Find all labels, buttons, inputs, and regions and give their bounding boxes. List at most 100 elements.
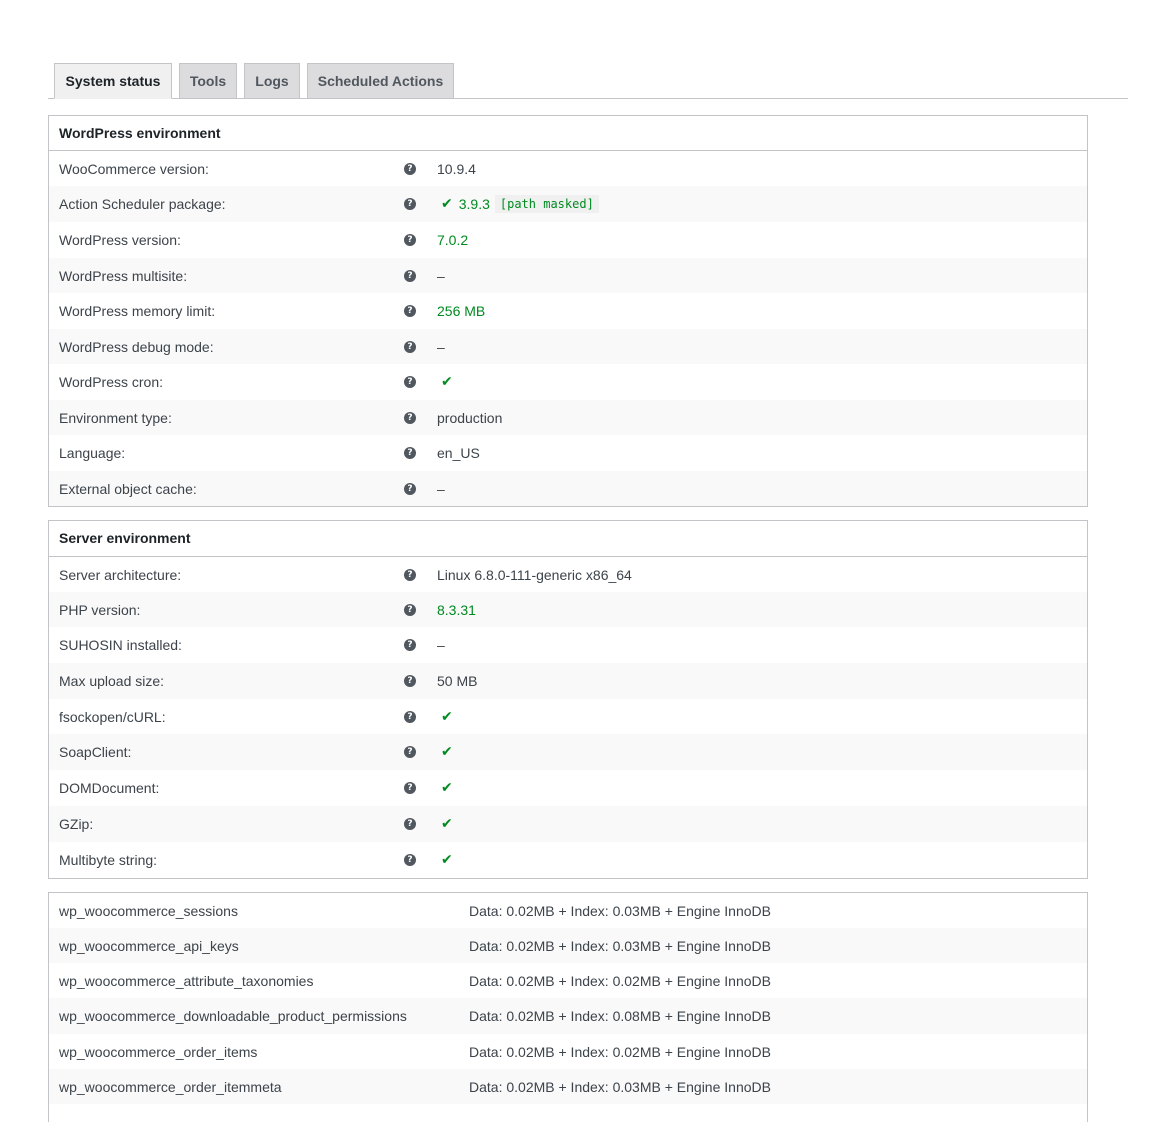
help-tip[interactable]: ?: [404, 151, 416, 186]
help-icon[interactable]: ?: [404, 305, 416, 317]
help-tip[interactable]: ?: [404, 842, 416, 878]
help-tip[interactable]: ?: [404, 663, 416, 699]
help-icon[interactable]: ?: [404, 639, 416, 651]
check-icon: ✔: [441, 744, 453, 760]
help-icon[interactable]: ?: [404, 746, 416, 758]
table-row: fsockopen/cURL: ? ✔: [49, 699, 1087, 734]
help-tip[interactable]: ?: [404, 222, 416, 258]
help-tip[interactable]: ?: [404, 770, 416, 806]
row-value: Linux 6.8.0-111-generic x86_64: [437, 566, 632, 583]
table-row: wp_woocommerce_order_itemmeta Data: 0.02…: [49, 1069, 1087, 1104]
table-row: Environment type: ? production: [49, 400, 1087, 435]
table-row: WordPress cron: ? ✔: [49, 364, 1087, 400]
row-label: WordPress multisite:: [59, 267, 188, 284]
table-row: Multibyte string: ? ✔: [49, 842, 1087, 878]
help-icon[interactable]: ?: [404, 447, 416, 459]
row-value: 3.9.3: [458, 196, 490, 212]
help-icon[interactable]: ?: [404, 269, 416, 282]
panel-title: Server environment: [49, 521, 1087, 557]
help-tip[interactable]: ?: [404, 186, 416, 222]
row-value: production: [437, 409, 503, 426]
db-table-info: Data: 0.02MB + Index: 0.08MB + Engine In…: [469, 1008, 771, 1024]
row-value: 50 MB: [437, 673, 478, 689]
table-row: External object cache: ? –: [49, 471, 1087, 506]
help-tip[interactable]: ?: [404, 258, 416, 293]
check-icon: ✔: [441, 852, 453, 868]
row-value: –: [437, 338, 445, 355]
db-table-info: Data: 0.02MB + Index: 0.03MB + Engine In…: [469, 937, 771, 954]
check-icon: ✔: [441, 816, 453, 832]
help-tip[interactable]: ?: [404, 364, 416, 400]
row-value: –: [437, 637, 445, 653]
help-icon[interactable]: ?: [404, 162, 416, 175]
db-table-name: wp_woocommerce_order_itemmeta: [59, 1078, 282, 1095]
row-label: DOMDocument:: [59, 780, 160, 796]
row-value: –: [437, 267, 445, 284]
table-row: Action Scheduler package: ? ✔ 3.9.3 [pat…: [49, 186, 1087, 222]
help-tip[interactable]: ?: [404, 592, 416, 627]
help-tip[interactable]: ?: [404, 627, 416, 663]
row-label: SUHOSIN installed:: [59, 637, 182, 653]
db-table-name: wp_woocommerce_downloadable_product_perm…: [59, 1008, 407, 1024]
db-table-name: wp_woocommerce_api_keys: [59, 937, 239, 954]
tab-scheduled-actions[interactable]: Scheduled Actions: [307, 63, 454, 99]
help-tip[interactable]: ?: [404, 806, 416, 842]
server-environment-panel: Server environment Server architecture: …: [48, 520, 1088, 879]
help-tip[interactable]: ?: [404, 734, 416, 770]
table-row: wp_woocommerce_downloadable_product_perm…: [49, 998, 1087, 1034]
help-icon[interactable]: ?: [404, 603, 416, 616]
help-icon[interactable]: ?: [404, 818, 416, 830]
row-label: Max upload size:: [59, 673, 165, 689]
table-row: wp_woocommerce_api_keys Data: 0.02MB + I…: [49, 928, 1087, 963]
help-icon[interactable]: ?: [404, 782, 416, 794]
help-icon[interactable]: ?: [404, 234, 416, 246]
help-tip[interactable]: ?: [404, 293, 416, 329]
row-label: Action Scheduler package:: [59, 196, 226, 212]
table-row: WooCommerce version: ? 10.9.4: [49, 151, 1087, 186]
row-label: GZip:: [59, 816, 94, 832]
row-label: fsockopen/cURL:: [59, 708, 166, 725]
help-icon[interactable]: ?: [404, 710, 416, 723]
help-tip[interactable]: ?: [404, 699, 416, 734]
row-label: External object cache:: [59, 480, 197, 497]
row-value: en_US: [437, 445, 480, 461]
help-tip[interactable]: ?: [404, 557, 416, 592]
db-table-name: wp_woocommerce_order_items: [59, 1043, 258, 1060]
help-tip[interactable]: ?: [404, 471, 416, 506]
table-row: wp_woocommerce_attribute_taxonomies Data…: [49, 963, 1087, 998]
row-value: –: [437, 480, 445, 497]
help-icon[interactable]: ?: [404, 568, 416, 581]
table-row: Language: ? en_US: [49, 435, 1087, 471]
database-tables-panel: wp_woocommerce_sessions Data: 0.02MB + I…: [48, 892, 1088, 1122]
help-icon[interactable]: ?: [404, 411, 416, 424]
row-value: 7.0.2: [437, 232, 469, 248]
row-label: SoapClient:: [59, 744, 132, 760]
table-row: DOMDocument: ? ✔: [49, 770, 1087, 806]
table-row: SUHOSIN installed: ? –: [49, 627, 1087, 663]
check-icon: ✔: [441, 374, 453, 390]
tab-logs[interactable]: Logs: [244, 63, 300, 99]
help-icon[interactable]: ?: [404, 376, 416, 388]
help-tip[interactable]: ?: [404, 400, 416, 435]
help-icon[interactable]: ?: [404, 198, 416, 210]
help-tip[interactable]: ?: [404, 435, 416, 471]
table-row: WordPress memory limit: ? 256 MB: [49, 293, 1087, 329]
help-icon[interactable]: ?: [404, 482, 416, 495]
table-row: GZip: ? ✔: [49, 806, 1087, 842]
check-icon: ✔: [441, 196, 453, 212]
tab-tools[interactable]: Tools: [179, 63, 237, 99]
table-row: WordPress debug mode: ? –: [49, 329, 1087, 364]
row-label: PHP version:: [59, 601, 141, 618]
row-value: 256 MB: [437, 303, 486, 319]
row-label: Environment type:: [59, 409, 172, 426]
help-icon[interactable]: ?: [404, 340, 416, 353]
tab-system-status[interactable]: System status: [54, 63, 172, 99]
table-row: wp_woocommerce_sessions Data: 0.02MB + I…: [49, 893, 1087, 928]
db-table-info: Data: 0.02MB + Index: 0.02MB + Engine In…: [469, 972, 771, 989]
help-icon[interactable]: ?: [404, 854, 416, 866]
row-label: WordPress version:: [59, 232, 181, 248]
help-tip[interactable]: ?: [404, 329, 416, 364]
help-icon[interactable]: ?: [404, 675, 416, 687]
table-row: PHP version: ? 8.3.31: [49, 592, 1087, 627]
db-table-name: wp_woocommerce_attribute_taxonomies: [59, 972, 314, 989]
